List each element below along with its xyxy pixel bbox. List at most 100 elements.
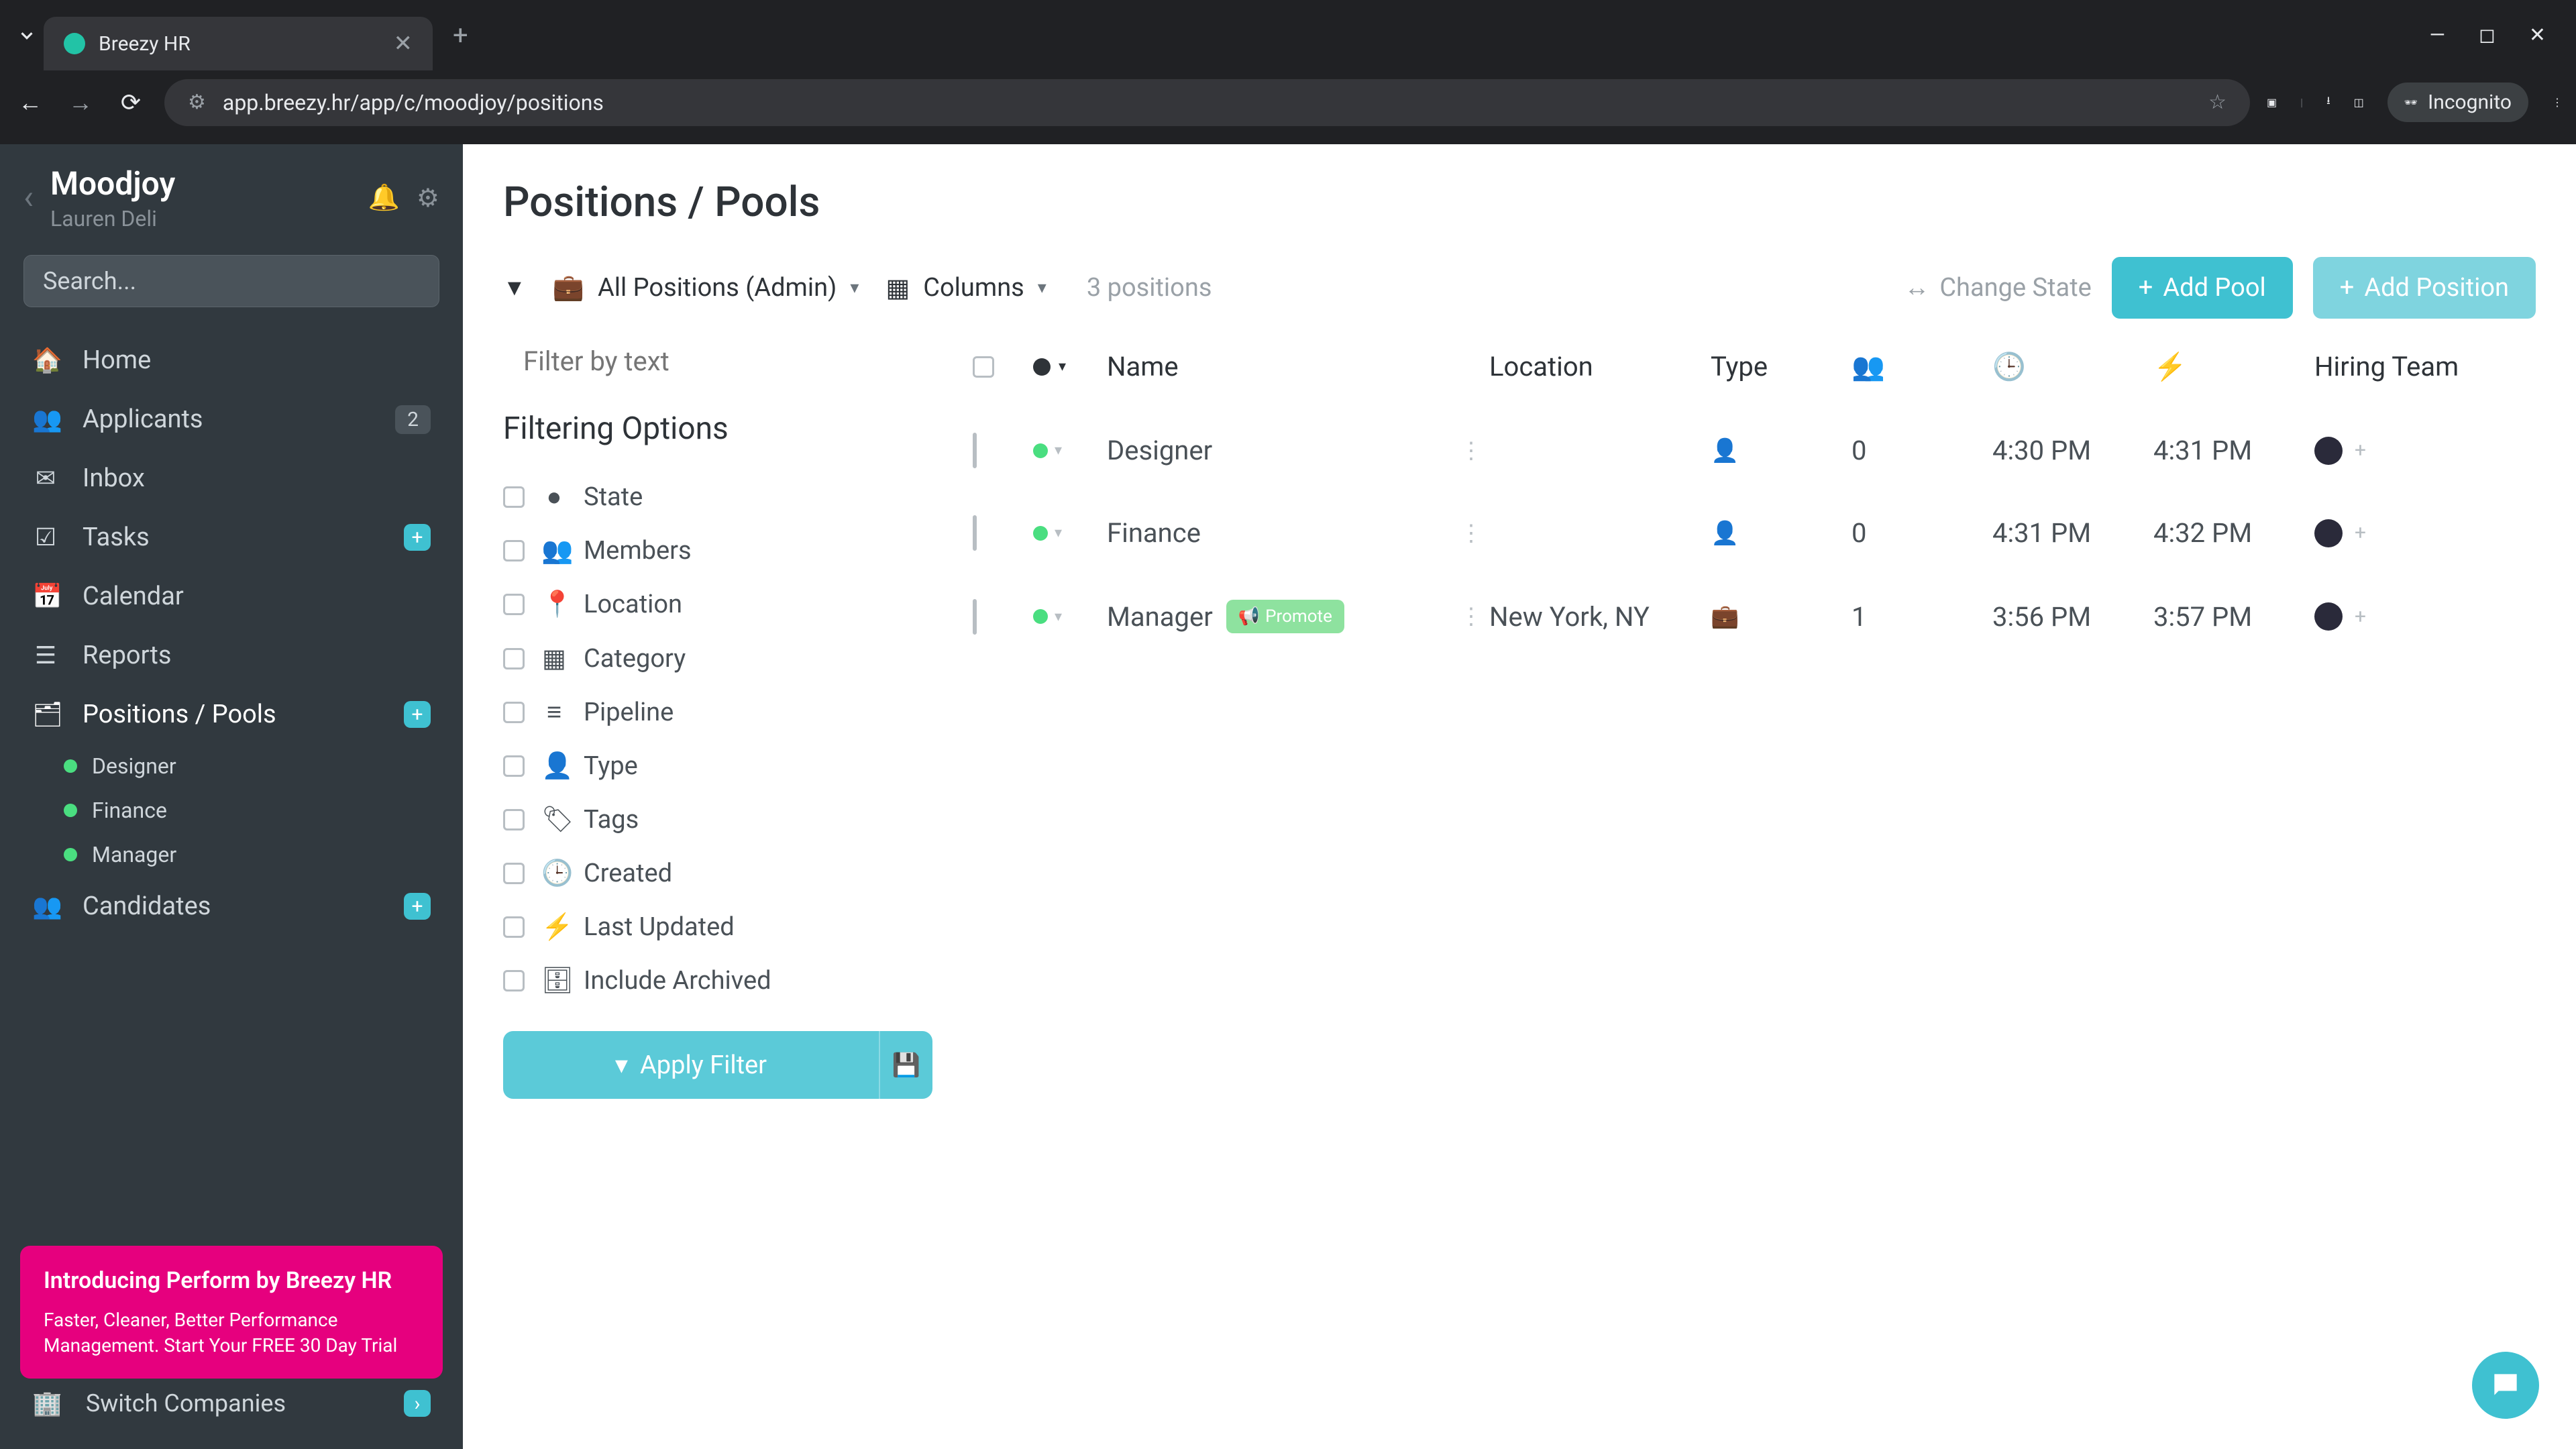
checkbox[interactable]: [503, 755, 525, 777]
checkbox[interactable]: [503, 648, 525, 669]
add-task-button[interactable]: +: [404, 524, 431, 551]
row-updated: 4:32 PM: [2153, 517, 2308, 549]
filter-option-last-updated[interactable]: ⚡Last Updated: [503, 900, 932, 954]
add-position-button[interactable]: +Add Position: [2313, 257, 2536, 319]
row-menu-button[interactable]: ⋮: [1460, 437, 1483, 464]
updated-column-header[interactable]: ⚡: [2153, 351, 2308, 382]
table-row[interactable]: ▾ Manager📢Promote⋮ New York, NY 💼 1 3:56…: [973, 574, 2536, 659]
add-position-sidebar-button[interactable]: +: [404, 701, 431, 728]
checkbox[interactable]: [503, 702, 525, 723]
promo-card[interactable]: Introducing Perform by Breezy HR Faster,…: [20, 1246, 443, 1379]
location-column-header[interactable]: Location: [1489, 351, 1704, 382]
sidebar-back-button[interactable]: ‹: [23, 178, 34, 217]
close-window-button[interactable]: ✕: [2529, 23, 2546, 47]
downloads-icon[interactable]: ⭳: [2326, 93, 2330, 111]
checkbox[interactable]: [503, 540, 525, 561]
nav-candidates[interactable]: 👥Candidates+: [0, 877, 463, 936]
switch-companies-expand[interactable]: ›: [404, 1390, 431, 1417]
nav-calendar[interactable]: 📅Calendar: [0, 567, 463, 626]
reader-icon[interactable]: ◫: [2354, 96, 2364, 109]
change-state-button[interactable]: ↔ Change State: [1904, 273, 2091, 303]
created-column-header[interactable]: 🕒: [1992, 351, 2147, 382]
nav-positions[interactable]: 🗂Positions / Pools+: [0, 685, 463, 744]
reload-button[interactable]: ⟳: [114, 86, 148, 119]
save-filter-button[interactable]: 💾: [879, 1031, 932, 1099]
filter-option-archived[interactable]: 🗄Include Archived: [503, 954, 932, 1008]
filter-option-location[interactable]: 📍Location: [503, 578, 932, 631]
menu-button[interactable]: ⋮: [2552, 96, 2563, 109]
filter-option-type[interactable]: 👤Type: [503, 739, 932, 793]
nav-home[interactable]: 🏠Home: [0, 331, 463, 390]
search-input[interactable]: Search...: [23, 255, 439, 307]
bookmark-icon[interactable]: ☆: [2208, 91, 2226, 114]
extensions-icon[interactable]: ▣: [2267, 96, 2277, 109]
tabs-dropdown-button[interactable]: [10, 19, 44, 52]
add-team-member-button[interactable]: +: [2355, 605, 2366, 629]
nav-reports[interactable]: ☰Reports: [0, 626, 463, 685]
checkbox[interactable]: [503, 863, 525, 884]
select-all-checkbox[interactable]: [973, 356, 994, 378]
checkbox[interactable]: [503, 916, 525, 938]
positions-scope-dropdown[interactable]: 💼 All Positions (Admin) ▾: [553, 273, 859, 303]
filter-option-state[interactable]: ●State: [503, 470, 932, 524]
filter-option-pipeline[interactable]: ≡Pipeline: [503, 686, 932, 739]
incognito-badge[interactable]: 🕶 Incognito: [2387, 83, 2528, 122]
row-state-dropdown[interactable]: ▾: [1033, 525, 1100, 541]
notifications-icon[interactable]: 🔔: [368, 183, 400, 213]
settings-icon[interactable]: ⚙: [417, 183, 439, 213]
checkbox[interactable]: [503, 486, 525, 508]
chat-fab[interactable]: [2472, 1352, 2539, 1419]
avatar[interactable]: [2314, 437, 2343, 465]
filter-option-created[interactable]: 🕒Created: [503, 847, 932, 900]
add-pool-button[interactable]: +Add Pool: [2112, 257, 2293, 319]
row-location: New York, NY: [1489, 601, 1704, 633]
table-row[interactable]: ▾ Designer⋮ 👤 0 4:30 PM 4:31 PM +: [973, 409, 2536, 492]
row-menu-button[interactable]: ⋮: [1460, 603, 1483, 630]
row-checkbox[interactable]: [973, 599, 977, 635]
checkbox[interactable]: [503, 594, 525, 615]
add-candidate-button[interactable]: +: [404, 893, 431, 920]
site-info-icon[interactable]: ⚙: [188, 91, 206, 114]
name-column-header[interactable]: Name: [1107, 351, 1483, 382]
switch-companies[interactable]: 🏢 Switch Companies ›: [0, 1375, 463, 1432]
columns-dropdown[interactable]: ▦ Columns ▾: [885, 273, 1046, 303]
row-menu-button[interactable]: ⋮: [1460, 520, 1483, 547]
row-checkbox[interactable]: [973, 515, 977, 551]
checkbox[interactable]: [503, 970, 525, 991]
tab-close-button[interactable]: ✕: [394, 30, 413, 57]
apply-filter-button[interactable]: ▾Apply Filter 💾: [503, 1031, 932, 1099]
row-checkbox[interactable]: [973, 433, 977, 468]
new-tab-button[interactable]: +: [453, 19, 468, 51]
nav-inbox[interactable]: ✉Inbox: [0, 449, 463, 508]
checkbox[interactable]: [503, 809, 525, 830]
members-column-header[interactable]: 👥: [1851, 351, 1986, 382]
row-state-dropdown[interactable]: ▾: [1033, 442, 1100, 459]
forward-button[interactable]: →: [64, 86, 97, 119]
avatar[interactable]: [2314, 519, 2343, 547]
back-button[interactable]: ←: [13, 86, 47, 119]
minimize-button[interactable]: —: [2430, 23, 2445, 47]
add-team-member-button[interactable]: +: [2355, 439, 2366, 462]
filter-option-category[interactable]: ▦Category: [503, 631, 932, 686]
filter-text-input[interactable]: [503, 339, 932, 397]
address-bar[interactable]: ⚙ app.breezy.hr/app/c/moodjoy/positions …: [164, 79, 2250, 126]
sidebar-position-designer[interactable]: Designer: [64, 744, 463, 788]
browser-tab[interactable]: Breezy HR ✕: [44, 17, 433, 70]
nav-tasks[interactable]: ☑Tasks+: [0, 508, 463, 567]
sidebar-position-manager[interactable]: Manager: [64, 833, 463, 877]
add-team-member-button[interactable]: +: [2355, 521, 2366, 545]
type-column-header[interactable]: Type: [1711, 351, 1845, 382]
hiring-team-column-header[interactable]: Hiring Team: [2314, 351, 2516, 382]
state-column-header[interactable]: ▾: [1033, 358, 1100, 376]
toolbar: ▼ 💼 All Positions (Admin) ▾ ▦ Columns ▾ …: [503, 257, 2536, 319]
maximize-button[interactable]: ◻: [2479, 23, 2496, 47]
filter-option-tags[interactable]: 🏷Tags: [503, 793, 932, 847]
promote-badge[interactable]: 📢Promote: [1226, 600, 1344, 633]
row-state-dropdown[interactable]: ▾: [1033, 608, 1100, 625]
avatar[interactable]: [2314, 602, 2343, 631]
sidebar-position-finance[interactable]: Finance: [64, 788, 463, 833]
nav-applicants[interactable]: 👥Applicants2: [0, 390, 463, 449]
filter-option-members[interactable]: 👥Members: [503, 524, 932, 578]
table-row[interactable]: ▾ Finance⋮ 👤 0 4:31 PM 4:32 PM +: [973, 492, 2536, 574]
filter-toggle-icon[interactable]: ▼: [503, 274, 526, 301]
